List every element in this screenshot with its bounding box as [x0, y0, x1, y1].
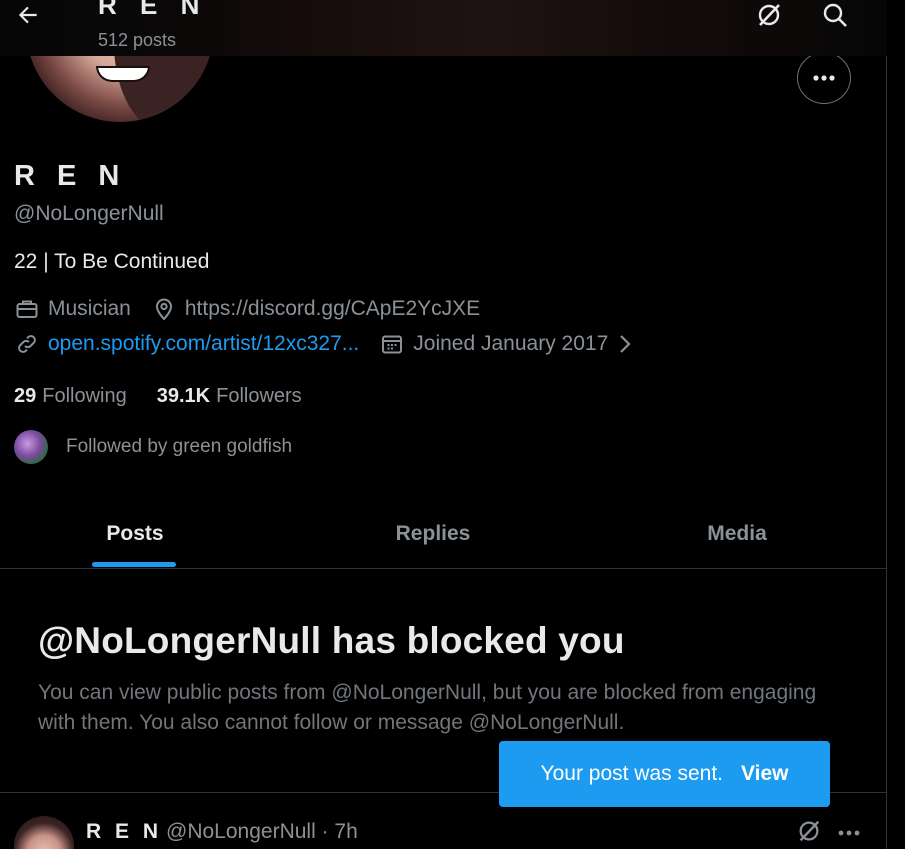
- follower-avatar: [14, 430, 48, 464]
- back-button[interactable]: [8, 0, 48, 34]
- toast-message: Your post was sent.: [540, 762, 724, 785]
- profile-page: R E N 512 posts R E N @NoLongerNull 22 |…: [0, 0, 887, 849]
- profile-header: R E N 512 posts: [0, 0, 887, 56]
- calendar-icon: [379, 331, 405, 357]
- profile-handle: @NoLongerNull: [14, 202, 164, 225]
- followers-link[interactable]: 39.1K Followers: [157, 385, 302, 408]
- chevron-right-icon[interactable]: [612, 331, 638, 357]
- avatar-grin-shape: [96, 66, 150, 82]
- search-icon: [821, 1, 849, 34]
- briefcase-icon: [14, 296, 40, 322]
- profile-name: R E N: [14, 160, 127, 192]
- header-name: R E N: [98, 0, 208, 20]
- profile-category: Musician: [48, 297, 131, 320]
- back-arrow-icon: [15, 2, 41, 33]
- active-tab-indicator: [92, 562, 176, 567]
- post-handle-time: @NoLongerNull · 7h: [166, 820, 358, 843]
- grok-button[interactable]: [750, 0, 788, 34]
- toast-view-button[interactable]: View: [741, 762, 788, 786]
- followed-by-link[interactable]: Followed by green goldfish: [14, 430, 292, 464]
- profile-tabs: Posts Replies Media: [0, 500, 887, 569]
- tab-replies[interactable]: Replies: [358, 500, 508, 568]
- grok-icon: [755, 1, 783, 34]
- followers-label: Followers: [216, 385, 302, 407]
- tab-media[interactable]: Media: [662, 500, 812, 568]
- post-avatar[interactable]: [14, 816, 74, 849]
- blocked-message: You can view public posts from @NoLonger…: [38, 681, 817, 734]
- post-sent-toast: Your post was sent. View: [499, 741, 830, 807]
- profile-meta-row-2: open.spotify.com/artist/12xc327... Joine…: [14, 331, 646, 357]
- header-post-count: 512 posts: [98, 30, 177, 50]
- more-icon: [837, 824, 861, 842]
- profile-joined: Joined January 2017: [413, 332, 609, 355]
- post-item[interactable]: R E N @NoLongerNull · 7h: [14, 816, 874, 849]
- location-pin-icon: [151, 296, 177, 322]
- profile-website-link[interactable]: open.spotify.com/artist/12xc327...: [48, 332, 359, 356]
- follow-stats: 29 Following 39.1K Followers: [14, 385, 332, 408]
- profile-meta-row-1: Musician https://discord.gg/CApE2YcJXE: [14, 296, 480, 322]
- following-link[interactable]: 29 Following: [14, 385, 127, 408]
- grok-icon: [796, 818, 822, 849]
- following-label: Following: [42, 385, 127, 407]
- more-options-button[interactable]: [797, 52, 851, 104]
- tab-posts[interactable]: Posts: [60, 500, 210, 568]
- post-header: R E N @NoLongerNull · 7h: [86, 820, 358, 844]
- following-count: 29: [14, 385, 37, 407]
- profile-location: https://discord.gg/CApE2YcJXE: [184, 297, 481, 320]
- blocked-title: @NoLongerNull has blocked you: [38, 620, 625, 661]
- link-icon: [14, 331, 40, 357]
- post-more-button[interactable]: [834, 818, 864, 848]
- followers-count: 39.1K: [156, 385, 211, 407]
- profile-bio: 22 | To Be Continued: [14, 250, 210, 273]
- post-author-name[interactable]: R E N: [86, 820, 162, 843]
- more-icon: [812, 69, 836, 87]
- post-grok-button[interactable]: [794, 818, 824, 848]
- search-button[interactable]: [816, 0, 854, 34]
- followed-by-text: Followed by green goldfish: [66, 436, 293, 457]
- column-divider: [886, 0, 887, 849]
